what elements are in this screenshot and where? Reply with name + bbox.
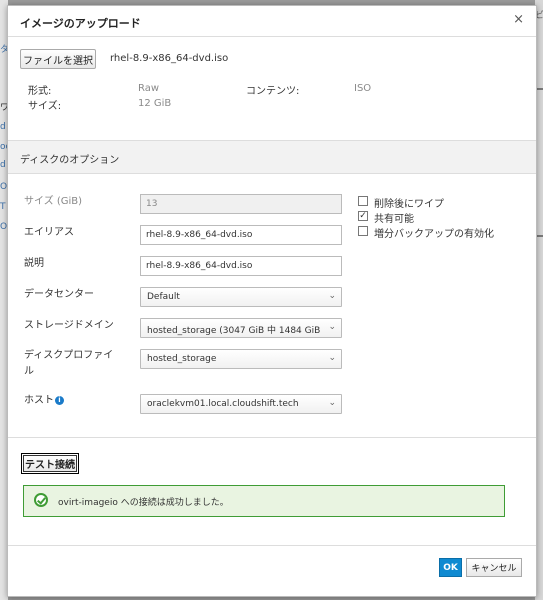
choose-file-button[interactable]: ファイルを選択 (20, 49, 96, 69)
disk-size-label: サイズ (GiB) (24, 196, 83, 207)
format-value: Raw (138, 83, 160, 94)
size-info-label: サイズ: (28, 101, 62, 112)
incremental-backup-label: 増分バックアップの有効化 (374, 229, 494, 240)
selected-file-name: rhel-8.9-x86_64-dvd.iso (110, 53, 229, 64)
background-fragment: T (0, 202, 6, 212)
disk-profile-value: hosted_storage (147, 354, 217, 364)
storage-domain-select[interactable]: hosted_storage (3047 GiB 中 1484 GiB が使 ⌄ (140, 318, 342, 338)
format-label: 形式: (28, 86, 52, 97)
chevron-down-icon: ⌄ (328, 353, 336, 363)
host-label-text: ホスト (24, 395, 54, 406)
success-check-icon (34, 493, 48, 507)
background-fragment: d (0, 122, 6, 132)
chevron-down-icon: ⌄ (328, 398, 336, 408)
success-message: ovirt-imageio への接続は成功しました。 (58, 498, 229, 508)
disk-profile-label: ディスクプロファイ ル (24, 348, 113, 380)
dialog-title: イメージのアップロード (20, 17, 141, 30)
chevron-down-icon: ⌄ (328, 291, 336, 301)
alias-label: エイリアス (24, 227, 74, 238)
size-info-value: 12 GiB (138, 98, 172, 109)
chevron-down-icon: ⌄ (328, 322, 336, 332)
description-label: 説明 (24, 258, 44, 269)
content-value: ISO (354, 83, 372, 94)
storage-domain-label: ストレージドメイン (24, 320, 114, 331)
disk-profile-label-line2: ル (24, 366, 34, 377)
footer-divider (8, 545, 536, 546)
datacenter-label: データセンター (24, 289, 94, 300)
datacenter-select[interactable]: Default ⌄ (140, 287, 342, 307)
storage-domain-value: hosted_storage (3047 GiB 中 1484 GiB が使 (147, 326, 323, 336)
incremental-backup-checkbox[interactable] (358, 226, 368, 236)
ok-button[interactable]: OK (439, 558, 462, 577)
success-alert: ovirt-imageio への接続は成功しました。 (23, 485, 505, 517)
test-connection-button[interactable]: テスト接続 (21, 453, 79, 474)
wipe-after-delete-label: 削除後にワイプ (374, 199, 444, 210)
description-input[interactable] (140, 256, 342, 276)
host-label: ホスト i (24, 393, 64, 409)
disk-profile-label-line1: ディスクプロファイ (24, 350, 114, 361)
disk-options-section-header: ディスクのオプション (8, 140, 536, 174)
section-divider (8, 437, 536, 438)
shareable-checkbox[interactable]: ✓ (358, 211, 368, 221)
content-label: コンテンツ: (246, 86, 300, 97)
shareable-label: 共有可能 (374, 214, 414, 225)
upload-image-dialog: イメージのアップロード × ファイルを選択 rhel-8.9-x86_64-dv… (7, 5, 537, 597)
disk-profile-select[interactable]: hosted_storage ⌄ (140, 349, 342, 369)
section-title: ディスクのオプション (20, 155, 120, 166)
host-select[interactable]: oraclekvm01.local.cloudshift.tech ⌄ (140, 394, 342, 414)
info-icon[interactable]: i (55, 396, 64, 405)
alias-input[interactable] (140, 225, 342, 245)
background-fragment: d (0, 160, 6, 170)
host-value: oraclekvm01.local.cloudshift.tech (147, 399, 299, 409)
close-icon[interactable]: × (513, 12, 524, 27)
disk-size-input (140, 194, 342, 214)
dialog-header: イメージのアップロード × (8, 6, 536, 37)
datacenter-value: Default (147, 292, 180, 302)
cancel-button[interactable]: キャンセル (466, 558, 522, 577)
wipe-after-delete-checkbox[interactable] (358, 196, 368, 206)
